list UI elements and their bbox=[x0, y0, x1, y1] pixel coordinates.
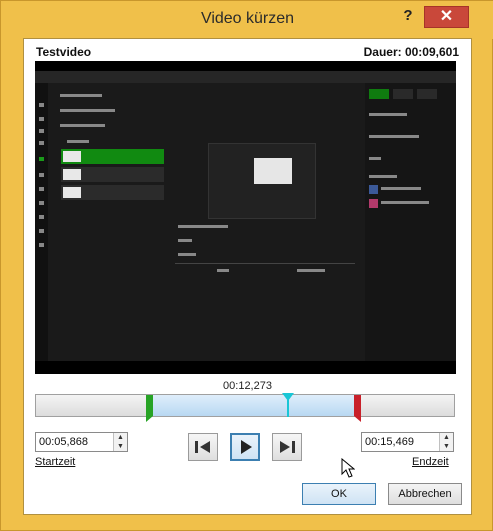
frame-text bbox=[381, 201, 429, 204]
video-preview[interactable] bbox=[35, 61, 456, 374]
play-button[interactable] bbox=[230, 433, 260, 461]
current-timecode: 00:12,273 bbox=[223, 380, 272, 392]
cancel-button[interactable]: Abbrechen bbox=[388, 483, 462, 505]
spin-up-icon[interactable]: ▲ bbox=[114, 433, 127, 442]
frame-text bbox=[369, 175, 397, 178]
previous-frame-icon bbox=[195, 441, 210, 453]
end-time-value: 00:15,469 bbox=[365, 436, 414, 448]
start-time-spinner[interactable]: ▲ ▼ bbox=[113, 433, 127, 451]
help-button[interactable]: ? bbox=[397, 7, 419, 27]
playhead[interactable] bbox=[282, 393, 294, 417]
frame-thumbnail bbox=[63, 169, 81, 180]
end-time-spinner[interactable]: ▲ ▼ bbox=[439, 433, 453, 451]
spin-down-icon[interactable]: ▼ bbox=[114, 442, 127, 451]
frame-text bbox=[369, 135, 419, 138]
frame-tab bbox=[417, 89, 437, 99]
dialog-title: Video kürzen bbox=[200, 10, 295, 27]
start-time-input[interactable]: 00:05,868 ▲ ▼ bbox=[35, 432, 128, 452]
frame-text bbox=[297, 269, 325, 272]
frame-text bbox=[178, 253, 196, 256]
app-icon bbox=[369, 199, 378, 208]
frame-sidebar bbox=[35, 83, 48, 361]
frame-right-panel bbox=[365, 83, 456, 361]
next-frame-button[interactable] bbox=[272, 433, 302, 461]
close-button[interactable]: ✕ bbox=[424, 6, 469, 28]
frame-divider bbox=[175, 263, 355, 264]
frame-text bbox=[60, 109, 115, 112]
frame-text bbox=[178, 239, 192, 242]
spin-up-icon[interactable]: ▲ bbox=[440, 433, 453, 442]
start-marker-handle[interactable] bbox=[146, 395, 153, 422]
frame-tab bbox=[393, 89, 413, 99]
play-icon bbox=[241, 440, 252, 454]
frame-thumbnail bbox=[63, 187, 81, 198]
frame-inner-preview bbox=[208, 143, 316, 219]
end-marker-handle[interactable] bbox=[354, 395, 361, 422]
frame-text bbox=[381, 187, 421, 190]
frame-text bbox=[60, 94, 102, 97]
end-time-input[interactable]: 00:15,469 ▲ ▼ bbox=[361, 432, 454, 452]
spin-down-icon[interactable]: ▼ bbox=[440, 442, 453, 451]
frame-text bbox=[67, 140, 89, 143]
ok-button[interactable]: OK bbox=[302, 483, 376, 505]
frame-title-bar bbox=[35, 71, 456, 83]
end-time-label: Endzeit bbox=[412, 456, 449, 468]
selected-range bbox=[153, 395, 354, 416]
trim-slider[interactable] bbox=[35, 393, 455, 422]
next-frame-icon bbox=[280, 441, 295, 453]
frame-text bbox=[178, 225, 228, 228]
video-frame bbox=[35, 71, 456, 361]
frame-tab bbox=[369, 89, 389, 99]
start-time-label: Startzeit bbox=[35, 456, 76, 468]
frame-text bbox=[60, 124, 105, 127]
previous-frame-button[interactable] bbox=[188, 433, 218, 461]
title-bar[interactable]: Video kürzen ? ✕ bbox=[1, 1, 493, 39]
start-time-value: 00:05,868 bbox=[39, 436, 88, 448]
mouse-cursor-icon bbox=[341, 458, 355, 478]
frame-text bbox=[217, 269, 229, 272]
video-name: Testvideo bbox=[36, 45, 92, 59]
frame-inner-dialog bbox=[254, 158, 292, 184]
frame-text bbox=[369, 157, 381, 160]
dialog-client-area: Testvideo Dauer: 00:09,601 00:12,273 00:… bbox=[23, 38, 472, 515]
frame-thumbnail bbox=[63, 151, 81, 162]
facebook-icon bbox=[369, 185, 378, 194]
frame-text bbox=[369, 113, 407, 116]
duration-label: Dauer: 00:09,601 bbox=[363, 45, 459, 59]
trim-video-dialog: Video kürzen ? ✕ Testvideo Dauer: 00:09,… bbox=[0, 0, 493, 531]
